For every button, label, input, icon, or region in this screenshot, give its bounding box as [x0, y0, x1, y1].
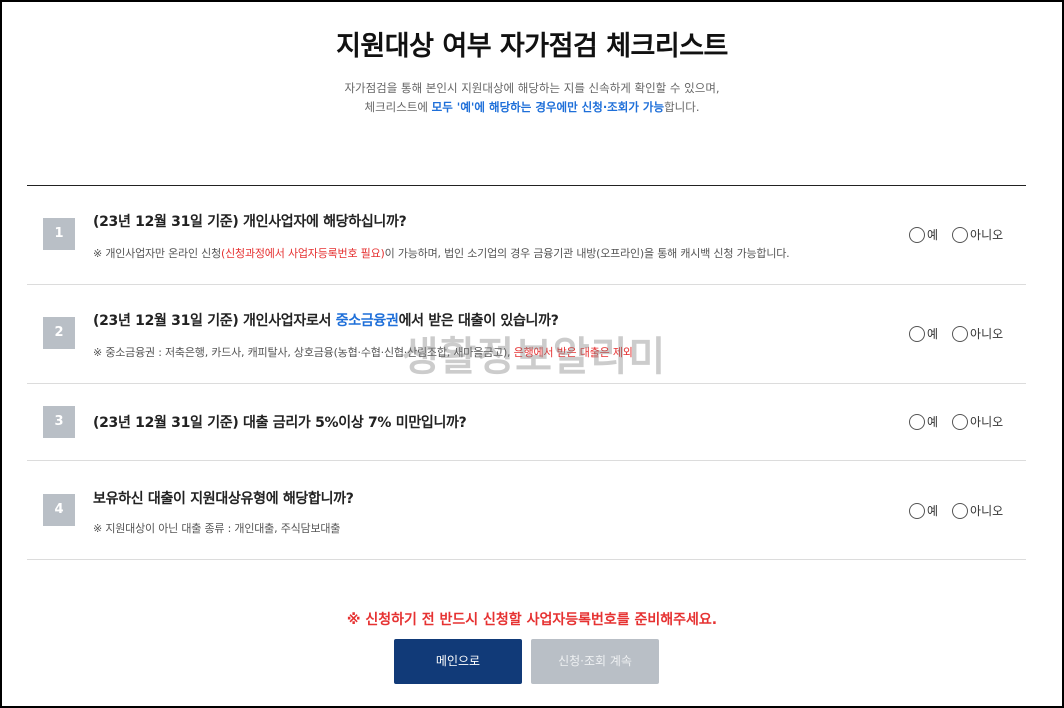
answer-radio-group: 예 아니오 — [909, 413, 1003, 430]
question-row: 3 (23년 12월 31일 기준) 대출 금리가 5%이상 7% 미만입니까?… — [27, 384, 1026, 461]
main-button[interactable]: 메인으로 — [394, 639, 522, 684]
description-line-2: 체크리스트에 모두 '예'에 해당하는 경우에만 신청·조회가 가능합니다. — [364, 100, 700, 114]
page-description: 자가점검을 통해 본인시 지원대상에 해당하는 지를 신속하게 확인할 수 있으… — [2, 79, 1062, 117]
page-title: 지원대상 여부 자가점검 체크리스트 — [336, 31, 728, 62]
question-text: (23년 12월 31일 기준) 대출 금리가 5%이상 7% 미만입니까? — [93, 415, 467, 431]
question-number-badge: 1 — [43, 218, 75, 250]
radio-circle-icon[interactable] — [952, 226, 969, 243]
warning-text: ※ 신청하기 전 반드시 신청할 사업자등록번호를 준비해주세요. — [346, 612, 718, 628]
question-text: 보유하신 대출이 지원대상유형에 해당합니까? — [93, 491, 354, 507]
description-highlight: 모두 '예'에 해당하는 경우에만 신청·조회가 가능 — [431, 100, 665, 114]
continue-button[interactable]: 신청·조회 계속 — [531, 639, 659, 684]
answer-radio-group: 예 아니오 — [909, 226, 1003, 243]
radio-circle-icon[interactable] — [952, 325, 969, 342]
radio-no[interactable]: 아니오 — [952, 226, 1003, 243]
radio-yes[interactable]: 예 — [909, 413, 938, 430]
radio-circle-icon[interactable] — [909, 413, 925, 430]
radio-no[interactable]: 아니오 — [952, 502, 1003, 519]
question-number-badge: 2 — [43, 317, 75, 349]
radio-no[interactable]: 아니오 — [952, 413, 1003, 430]
page-frame: 지원대상 여부 자가점검 체크리스트 자가점검을 통해 본인시 지원대상에 해당… — [0, 0, 1064, 708]
radio-no[interactable]: 아니오 — [952, 325, 1003, 342]
description-line-1: 자가점검을 통해 본인시 지원대상에 해당하는 지를 신속하게 확인할 수 있으… — [344, 81, 720, 95]
question-note: ※ 개인사업자만 온라인 신청(신청과정에서 사업자등록번호 필요)이 가능하며… — [93, 247, 790, 260]
radio-circle-icon[interactable] — [952, 413, 969, 430]
question-number-badge: 3 — [43, 406, 75, 438]
question-row: 1 (23년 12월 31일 기준) 개인사업자에 해당하십니까? ※ 개인사업… — [27, 186, 1026, 285]
radio-circle-icon[interactable] — [909, 325, 925, 342]
radio-circle-icon[interactable] — [909, 226, 925, 243]
question-number-badge: 4 — [43, 494, 75, 526]
radio-yes[interactable]: 예 — [909, 325, 938, 342]
radio-circle-icon[interactable] — [909, 502, 925, 519]
radio-circle-icon[interactable] — [952, 502, 969, 519]
answer-radio-group: 예 아니오 — [909, 502, 1003, 519]
radio-yes[interactable]: 예 — [909, 502, 938, 519]
question-note: ※ 지원대상이 아닌 대출 종류 : 개인대출, 주식담보대출 — [93, 522, 341, 535]
question-row: 4 보유하신 대출이 지원대상유형에 해당합니까? ※ 지원대상이 아닌 대출 … — [27, 461, 1026, 560]
answer-radio-group: 예 아니오 — [909, 325, 1003, 342]
watermark: 생활정보알리미 — [401, 334, 667, 380]
question-text: (23년 12월 31일 기준) 개인사업자에 해당하십니까? — [93, 214, 407, 230]
radio-yes[interactable]: 예 — [909, 226, 938, 243]
